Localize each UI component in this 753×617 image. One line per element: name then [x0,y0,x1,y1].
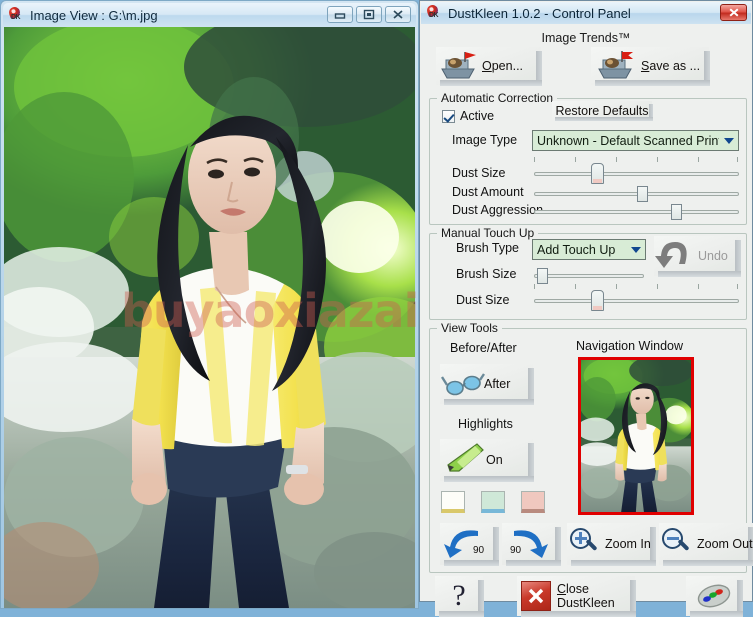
close-icon[interactable] [385,6,411,23]
marker-pen-icon [447,443,484,472]
manual-touch-up-title: Manual Touch Up [437,226,539,240]
dust-size-ticks [534,157,739,163]
highlights-value: On [486,453,503,467]
rotate-right-label: 90 [510,545,522,556]
file-buttons-row: OOpen...pen... Save as ... [421,47,751,91]
swatch-green[interactable] [481,491,505,513]
automatic-correction-title: Automatic Correction [437,91,558,105]
brush-type-select[interactable]: Add Touch Up [532,239,646,260]
dust-amount-label: Dust Amount [452,185,524,199]
palette-button[interactable] [686,576,743,617]
save-as-button-label: Save as ... [641,59,701,73]
restore-defaults-label: Restore Defaults [555,103,649,118]
swatch-white[interactable] [441,491,465,513]
dust-aggression-label: Dust Aggression [452,203,544,217]
question-mark-icon: ? [452,579,466,612]
dust-size-slider[interactable] [534,163,739,184]
active-label: Active [460,109,495,123]
manual-dust-size-label: Dust Size [456,293,510,307]
before-after-button[interactable]: After [440,364,534,405]
swatch-pink[interactable] [521,491,545,513]
open-folder-boat-icon [441,52,476,79]
manual-dust-size-slider[interactable] [534,290,739,311]
zoom-out-button[interactable]: Zoom Out [659,523,753,566]
zoom-in-button[interactable]: Zoom In [567,523,656,566]
manual-touch-up-group: Manual Touch Up Brush Type Add Touch Up … [429,226,747,320]
image-type-value: Unknown - Default Scanned Print (B& [537,133,719,148]
open-button[interactable]: OOpen...pen... [436,47,542,86]
undo-label: Undo [698,249,728,263]
red-x-icon [521,581,551,611]
image-view-titlebar[interactable]: DK Image View : G:\m.jpg [3,3,416,27]
brand-label: Image Trends™ [541,31,631,45]
brush-size-label: Brush Size [456,267,517,281]
glasses-icon [441,373,485,396]
view-tools-title: View Tools [437,321,502,335]
brush-type-value: Add Touch Up [537,242,616,257]
navigation-window-label: Navigation Window [576,339,683,353]
zoom-out-label: Zoom Out [697,537,753,551]
manual-dust-size-ticks [534,284,739,290]
highlights-label: Highlights [458,417,513,431]
dustkleen-control-panel[interactable]: DK DustKleen 1.0.2 - Control Panel Image… [419,0,753,617]
brush-type-label: Brush Type [456,241,520,255]
control-panel-title: DustKleen 1.0.2 - Control Panel [448,5,631,21]
image-canvas[interactable] [4,27,415,608]
chevron-down-icon[interactable] [626,240,645,259]
color-palette-icon [697,584,731,608]
dust-amount-slider[interactable] [534,186,739,202]
displayed-photo [4,27,415,608]
magnifier-plus-icon [570,528,600,558]
dust-aggression-slider[interactable] [534,204,739,220]
navigation-thumbnail[interactable] [578,357,694,515]
control-panel-titlebar[interactable]: DK DustKleen 1.0.2 - Control Panel [421,2,751,24]
before-after-label: Before/After [450,341,517,355]
image-type-select[interactable]: Unknown - Default Scanned Print (B& [532,130,739,151]
image-view-window-controls[interactable] [327,6,411,23]
help-button[interactable]: ? [435,576,484,617]
save-boat-icon [598,51,633,79]
magnifier-minus-icon [662,528,692,558]
zoom-in-label: Zoom In [605,537,651,551]
rotate-left-label: 90 [473,545,485,556]
restore-icon[interactable] [356,6,382,23]
undo-button[interactable]: Undo [654,236,741,277]
undo-arrow-icon [655,242,687,268]
image-view-window[interactable]: DK Image View : G:\m.jpg buyaoxiazai [0,0,419,609]
active-checkbox[interactable] [442,110,455,123]
control-panel-body: Image Trends™ OOpen...pen... [421,24,753,617]
highlights-button[interactable]: On [440,439,534,482]
close-dustkleen-label: Close DustKleen [557,582,615,610]
save-as-button[interactable]: Save as ... [591,47,710,86]
image-view-title: Image View : G:\m.jpg [30,7,158,23]
close-dustkleen-button[interactable]: Close DustKleen [517,576,636,617]
rotate-right-button[interactable]: 90 [502,523,561,566]
open-button-label: OOpen...pen... [482,59,524,73]
view-tools-group: View Tools Before/After After Highlights [429,321,753,573]
before-after-value: After [484,377,511,391]
brush-size-slider[interactable] [534,268,644,284]
minimize-icon[interactable] [327,6,353,23]
dust-size-label: Dust Size [452,166,506,180]
close-icon[interactable] [720,4,747,21]
restore-defaults-button[interactable]: Restore Defaults [552,101,653,121]
dustkleen-icon: DK [425,2,444,22]
rotate-left-button[interactable]: 90 [440,523,499,566]
image-type-label: Image Type [452,133,518,147]
chevron-down-icon[interactable] [719,131,738,150]
automatic-correction-group: Automatic Correction Active Restore Defa… [429,91,747,225]
navigation-thumbnail-image [581,360,691,512]
dustkleen-icon: DK [7,4,26,24]
